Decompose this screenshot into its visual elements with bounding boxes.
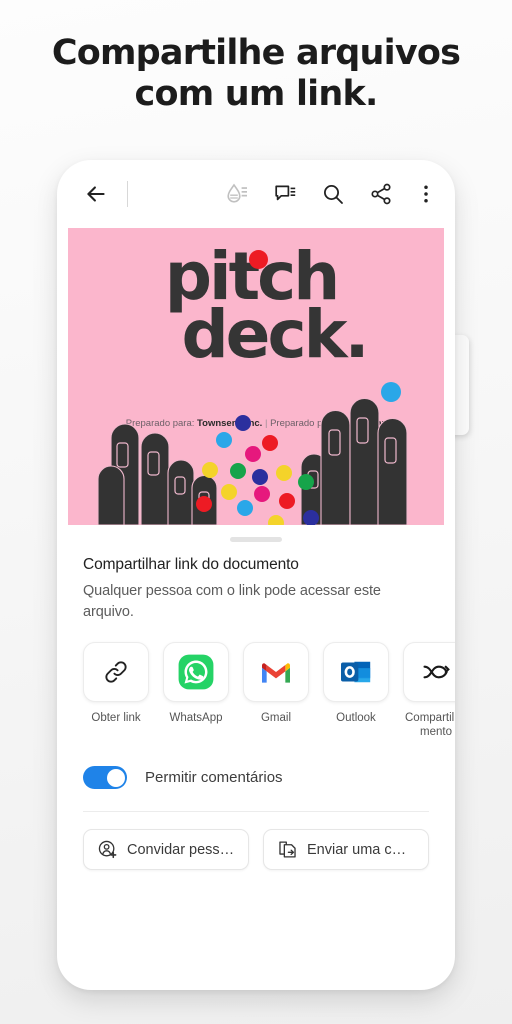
search-icon[interactable] [321, 182, 345, 206]
share-target-tile[interactable] [83, 642, 149, 703]
allow-comments-label: Permitir comentários [145, 769, 283, 787]
share-target-tile[interactable] [403, 642, 455, 703]
gmail-icon [262, 663, 290, 683]
comment-icon[interactable] [273, 182, 297, 206]
send-copy-label: Enviar uma c… [307, 841, 407, 858]
page-title: Compartilhe arquivos com um link. [0, 0, 512, 116]
invite-people-button[interactable]: Convidar pess… [83, 829, 249, 871]
share-sheet: Compartilhar link do documento Qualquer … [57, 542, 455, 622]
toggle-knob [106, 768, 125, 787]
deck-title-line2: deck. [181, 296, 369, 374]
share-target-label: Outlook [336, 712, 376, 725]
share-target-tile[interactable] [323, 642, 389, 703]
share-target-label: Compartilhamento [405, 712, 455, 739]
share-target-obter-link[interactable]: Obter link [83, 642, 149, 739]
share-icon[interactable] [369, 182, 393, 206]
link-icon [105, 661, 127, 683]
share-target-label: Obter link [91, 712, 141, 725]
page-title-line2: com um link. [134, 74, 379, 115]
share-target-label: WhatsApp [169, 712, 223, 725]
share-target-outlook[interactable]: Outlook [323, 642, 389, 739]
deck-accent-dot-red [249, 250, 268, 269]
share-target-tile[interactable] [243, 642, 309, 703]
person-add-icon [98, 840, 117, 859]
page-title-line1: Compartilhe arquivos [51, 33, 461, 73]
share-target-list: Obter link WhatsApp Gmail Outlook Compar… [57, 642, 455, 739]
more-vertical-icon[interactable] [419, 182, 433, 206]
phone-mockup: pitch deck. Preparado para: Townsend Inc… [57, 160, 469, 990]
share-sheet-title: Compartilhar link do documento [83, 556, 299, 573]
hands-confetti-illustration [97, 398, 408, 525]
sheet-divider [83, 811, 429, 813]
liquid-mode-icon[interactable] [225, 182, 249, 206]
allow-comments-row[interactable]: Permitir comentários [83, 766, 429, 790]
send-copy-icon [279, 841, 296, 858]
app-toolbar [57, 160, 455, 228]
nearby-share-icon [423, 665, 450, 679]
share-target-gmail[interactable]: Gmail [243, 642, 309, 739]
document-preview[interactable]: pitch deck. Preparado para: Townsend Inc… [68, 228, 444, 525]
sheet-actions: Convidar pess… Enviar uma c… [83, 829, 429, 871]
share-target-nearby-share[interactable]: Compartilhamento [403, 642, 455, 739]
outlook-icon [341, 661, 371, 683]
share-target-whatsapp[interactable]: WhatsApp [163, 642, 229, 739]
arrow-left-icon[interactable] [83, 181, 109, 207]
allow-comments-toggle[interactable] [83, 766, 127, 790]
share-target-tile[interactable] [163, 642, 229, 703]
share-target-label: Gmail [260, 712, 292, 725]
send-copy-button[interactable]: Enviar uma c… [263, 829, 429, 871]
share-sheet-subtitle: Qualquer pessoa com o link pode acessar … [83, 583, 381, 620]
whatsapp-icon [178, 654, 214, 690]
invite-people-label: Convidar pess… [127, 841, 235, 858]
phone-screen: pitch deck. Preparado para: Townsend Inc… [57, 160, 455, 990]
toolbar-divider [127, 181, 128, 207]
